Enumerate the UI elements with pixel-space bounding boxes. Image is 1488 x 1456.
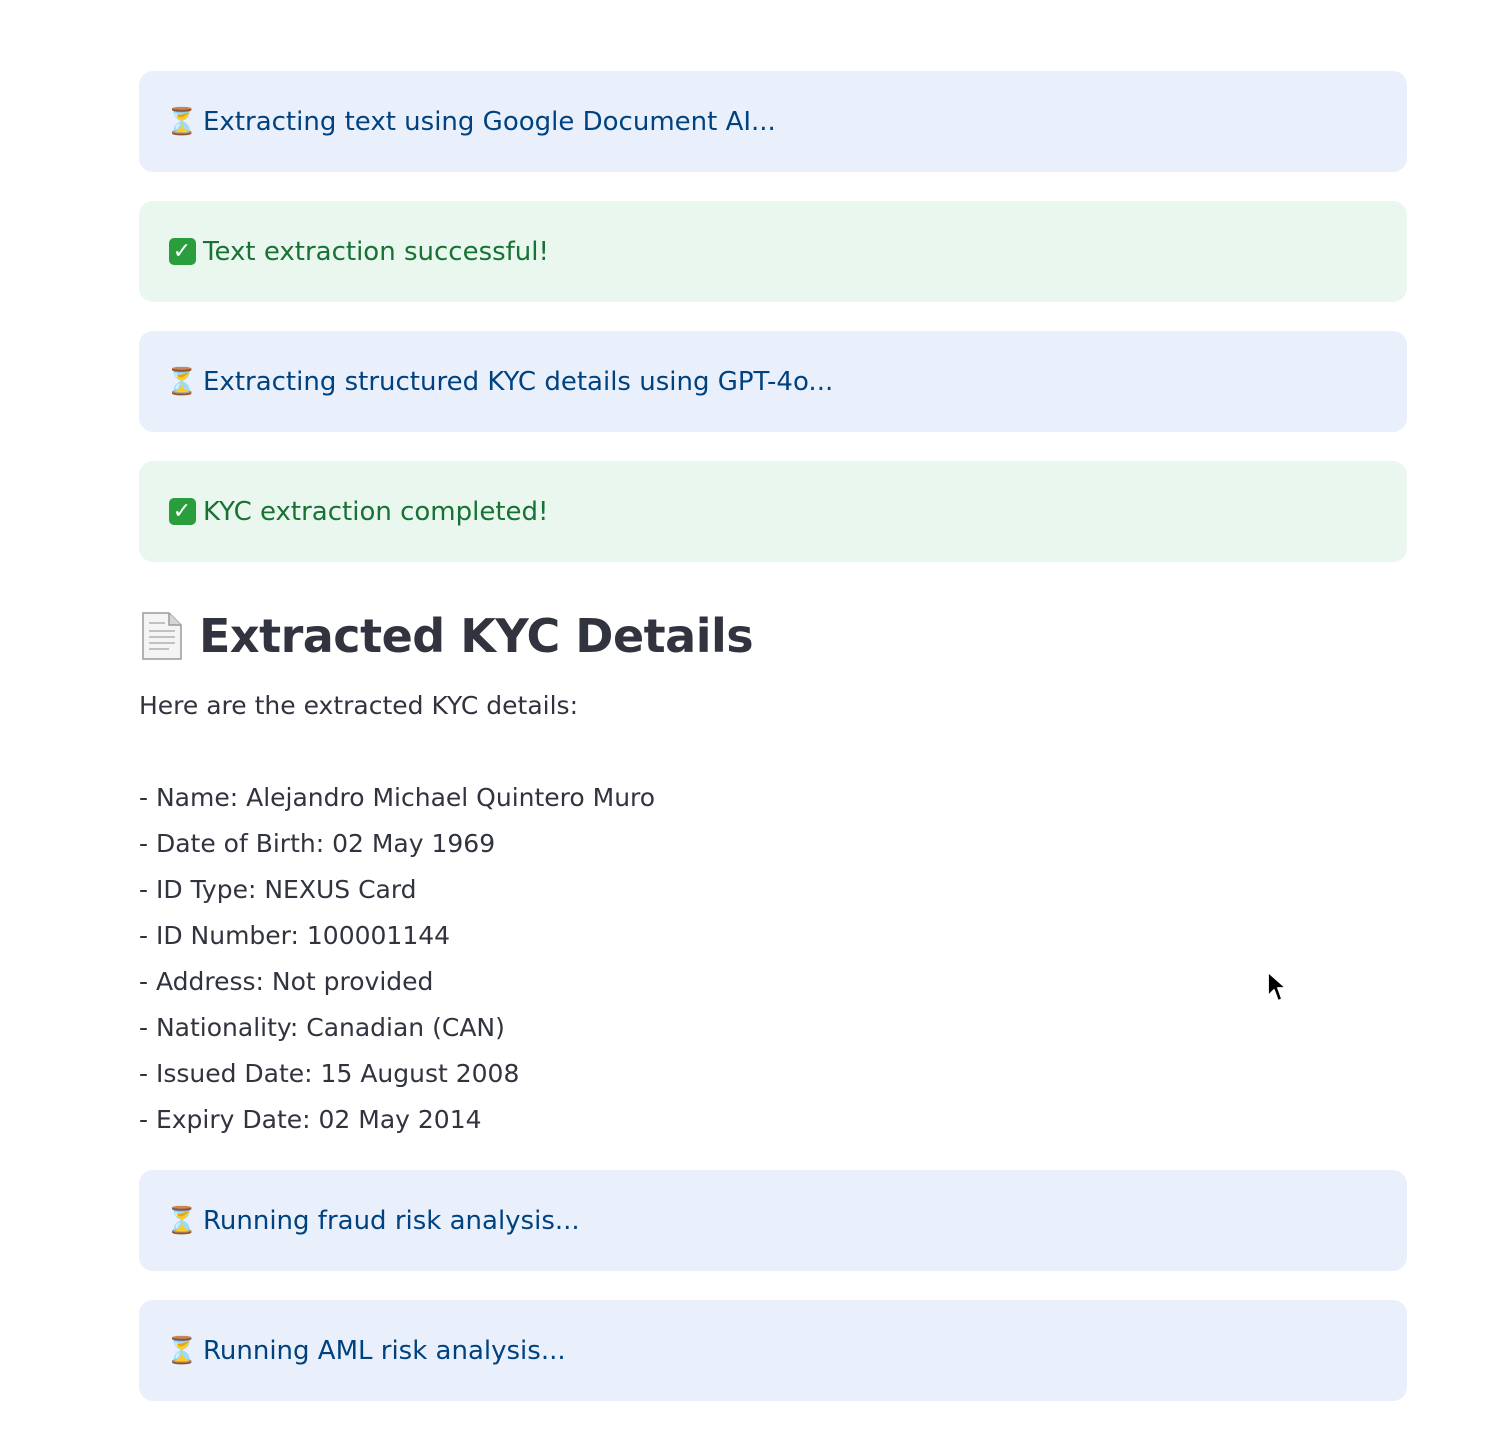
checkmark-icon: ✓ [168, 238, 196, 266]
intro-text: Here are the extracted KYC details: [139, 691, 578, 720]
checkmark-icon: ✓ [168, 498, 196, 526]
main-content: ⏳ Extracting text using Google Document … [139, 71, 1407, 1430]
alert-text: Extracting text using Google Document AI… [203, 106, 776, 137]
detail-id-number: - ID Number: 100001144 [139, 921, 451, 950]
detail-expiry-date: - Expiry Date: 02 May 2014 [139, 1105, 482, 1134]
status-alert-extracting-text: ⏳ Extracting text using Google Document … [139, 71, 1407, 172]
mouse-cursor-icon [1267, 971, 1287, 1002]
detail-date-of-birth: - Date of Birth: 02 May 1969 [139, 829, 496, 858]
kyc-details-list: - Name: Alejandro Michael Quintero Muro … [139, 778, 1407, 1146]
hourglass-icon: ⏳ [165, 366, 199, 397]
alert-text: KYC extraction completed! [203, 496, 549, 527]
status-alert-fraud-analysis: ⏳ Running fraud risk analysis... [139, 1170, 1407, 1271]
hourglass-icon: ⏳ [165, 1205, 199, 1236]
detail-name: - Name: Alejandro Michael Quintero Muro [139, 783, 656, 812]
hourglass-icon: ⏳ [165, 106, 199, 137]
detail-id-type: - ID Type: NEXUS Card [139, 875, 417, 904]
alert-text: Text extraction successful! [203, 236, 549, 267]
alert-text: Extracting structured KYC details using … [203, 366, 834, 397]
detail-address: - Address: Not provided [139, 967, 434, 996]
section-heading: Extracted KYC Details [139, 606, 1407, 666]
page-title: Extracted KYC Details [199, 609, 754, 663]
app-page: ⏳ Extracting text using Google Document … [0, 0, 1488, 1456]
hourglass-icon: ⏳ [165, 1335, 199, 1366]
status-alert-kyc-completed: ✓ KYC extraction completed! [139, 461, 1407, 562]
alert-text: Running fraud risk analysis... [203, 1205, 580, 1236]
alert-text: Running AML risk analysis... [203, 1335, 566, 1366]
document-icon [142, 612, 182, 660]
detail-nationality: - Nationality: Canadian (CAN) [139, 1013, 505, 1042]
status-alert-extracting-kyc: ⏳ Extracting structured KYC details usin… [139, 331, 1407, 432]
status-alert-text-extracted: ✓ Text extraction successful! [139, 201, 1407, 302]
bottom-status-alerts: ⏳ Running fraud risk analysis... ⏳ Runni… [139, 1170, 1407, 1401]
detail-issued-date: - Issued Date: 15 August 2008 [139, 1059, 520, 1088]
status-alert-aml-analysis: ⏳ Running AML risk analysis... [139, 1300, 1407, 1401]
